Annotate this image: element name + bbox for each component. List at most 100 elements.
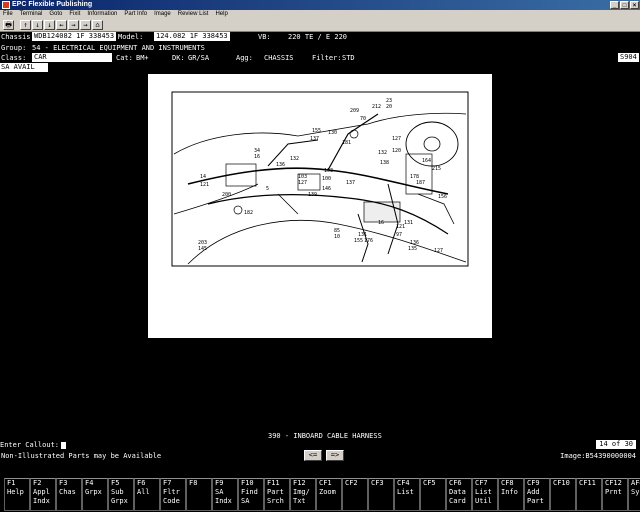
fkey-cf8[interactable]: CF8 Info — [498, 478, 524, 511]
callout-label[interactable]: 137 — [346, 180, 355, 186]
menu-review-list[interactable]: Review List — [178, 10, 209, 19]
fkey-cf3[interactable]: CF3 — [368, 478, 394, 511]
fkey-cf9[interactable]: CF9 Add Part — [524, 478, 550, 511]
arrow-down-icon[interactable]: ↓ — [32, 20, 43, 30]
callout-label[interactable]: 156 — [438, 194, 447, 200]
callout-label[interactable]: 209 — [350, 108, 359, 114]
next-page-button[interactable]: => — [326, 450, 344, 461]
fkey-cf10[interactable]: CF10 — [550, 478, 576, 511]
fkey-line1: Find — [241, 488, 258, 496]
callout-input[interactable] — [61, 441, 67, 449]
callout-input-row: Enter Callout: — [0, 440, 640, 450]
fkey-f1[interactable]: F1 Help — [4, 478, 30, 511]
callout-label[interactable]: 132 — [378, 150, 387, 156]
menu-terminal[interactable]: Terminal — [20, 10, 43, 19]
callout-label[interactable]: 5 — [266, 186, 269, 192]
fkey-cf1[interactable]: CF1 Zoom — [316, 478, 342, 511]
fkey-cf4[interactable]: CF4 List — [394, 478, 420, 511]
callout-label[interactable]: 187 — [416, 180, 425, 186]
maximize-icon[interactable]: □ — [620, 1, 629, 9]
fkey-f9[interactable]: F9 SA Indx — [212, 478, 238, 511]
group-row: Group: 54 - ELECTRICAL EQUIPMENT AND INS… — [0, 43, 640, 53]
callout-label[interactable]: 103 — [324, 168, 333, 174]
callout-label[interactable]: 16 — [378, 220, 384, 226]
menu-file[interactable]: File — [3, 10, 13, 19]
callout-label[interactable]: 212 — [372, 104, 381, 110]
print-icon[interactable]: 🖶 — [3, 20, 14, 30]
fkey-cf7[interactable]: CF7 List Util — [472, 478, 498, 511]
fkey-af4[interactable]: AF4Sysx — [628, 478, 640, 511]
home-icon[interactable]: ⌂ — [92, 20, 103, 30]
callout-label[interactable]: 155 — [354, 238, 363, 244]
fkey-key: CF3 — [371, 479, 384, 487]
fkey-f7[interactable]: F7 Fltr Code — [160, 478, 186, 511]
callout-label[interactable]: 181 — [342, 140, 351, 146]
menu-image[interactable]: Image — [154, 10, 171, 19]
menu-goto[interactable]: Goto — [49, 10, 62, 19]
callout-label[interactable]: 135 — [408, 246, 417, 252]
callout-label[interactable]: 127 — [392, 136, 401, 142]
fkey-f2[interactable]: F2 Appl Indx — [30, 478, 56, 511]
arrow-right-end-icon[interactable]: → — [80, 20, 91, 30]
arrow-left-icon[interactable]: ← — [56, 20, 67, 30]
fkey-key: F11 — [267, 479, 280, 487]
callout-label[interactable]: 200 — [222, 192, 231, 198]
callout-label[interactable]: 137 — [310, 136, 319, 142]
callout-label[interactable]: 100 — [322, 176, 331, 182]
callout-label[interactable]: 14 — [200, 174, 206, 180]
fkey-cf11[interactable]: CF11 — [576, 478, 602, 511]
fkey-f10[interactable]: F10 Find SA — [238, 478, 264, 511]
class-value[interactable]: CAR — [32, 53, 112, 62]
sa-avail-field[interactable]: SA AVAIL — [0, 63, 48, 72]
callout-label[interactable]: 164 — [422, 158, 431, 164]
fkey-f12[interactable]: F12 Img/Txt — [290, 478, 316, 511]
prev-page-button[interactable]: <= — [304, 450, 322, 461]
fkey-f5[interactable]: F5 Sub Grpx — [108, 478, 134, 511]
fkey-cf6[interactable]: CF6 Data Card — [446, 478, 472, 511]
callout-label[interactable]: 132 — [290, 156, 299, 162]
callout-label[interactable]: 130 — [328, 130, 337, 136]
callout-label[interactable]: 120 — [392, 148, 401, 154]
window-titlebar: EPC Flexible Publishing _ □ × — [0, 0, 640, 10]
callout-label[interactable]: 97 — [396, 232, 402, 238]
callout-label[interactable]: 138 — [380, 160, 389, 166]
fkey-f11[interactable]: F11 Part Srch — [264, 478, 290, 511]
menu-part-info[interactable]: Part Info — [124, 10, 147, 19]
callout-label[interactable]: 136 — [276, 162, 285, 168]
fkey-f8[interactable]: F8 — [186, 478, 212, 511]
callout-label[interactable]: 155 — [312, 128, 321, 134]
fkey-f6[interactable]: F6 All — [134, 478, 160, 511]
callout-label[interactable]: 146 — [322, 186, 331, 192]
parts-diagram[interactable]: 23 20 212 209 70 155 130 137 181 34 16 1… — [148, 74, 492, 338]
callout-label[interactable]: 121 — [396, 224, 405, 230]
fkey-cf12[interactable]: CF12 Prnt — [602, 478, 628, 511]
callout-label[interactable]: 131 — [404, 220, 413, 226]
callout-label[interactable]: 127 — [434, 248, 443, 254]
fkey-f3[interactable]: F3 Chas — [56, 478, 82, 511]
callout-label[interactable]: 215 — [432, 166, 441, 172]
arrow-right-icon[interactable]: → — [68, 20, 79, 30]
callout-label[interactable]: 176 — [364, 238, 373, 244]
callout-label[interactable]: 70 — [360, 116, 366, 122]
arrow-up-icon[interactable]: ↑ — [20, 20, 31, 30]
minimize-icon[interactable]: _ — [610, 1, 619, 9]
image-id: Image:B54390000004 — [560, 452, 636, 460]
menu-fixit[interactable]: Fixit — [69, 10, 80, 19]
close-icon[interactable]: × — [630, 1, 639, 9]
callout-label[interactable]: 145 — [198, 246, 207, 252]
callout-label[interactable]: 16 — [254, 154, 260, 160]
callout-label[interactable]: 139 — [308, 192, 317, 198]
chassis-value[interactable]: WDB124082 1F 338453 — [32, 32, 117, 41]
fkey-cf2[interactable]: CF2 — [342, 478, 368, 511]
callout-label[interactable]: 20 — [386, 104, 392, 110]
callout-label[interactable]: 127 — [298, 180, 307, 186]
fkey-f4[interactable]: F4 Grpx — [82, 478, 108, 511]
model-value[interactable]: 124.082 1F 338453 — [154, 32, 230, 41]
menu-help[interactable]: Help — [215, 10, 227, 19]
callout-label[interactable]: 121 — [200, 182, 209, 188]
arrow-down-end-icon[interactable]: ↓ — [44, 20, 55, 30]
menu-information[interactable]: Information — [87, 10, 117, 19]
callout-label[interactable]: 10 — [334, 234, 340, 240]
callout-label[interactable]: 182 — [244, 210, 253, 216]
fkey-cf5[interactable]: CF5 — [420, 478, 446, 511]
